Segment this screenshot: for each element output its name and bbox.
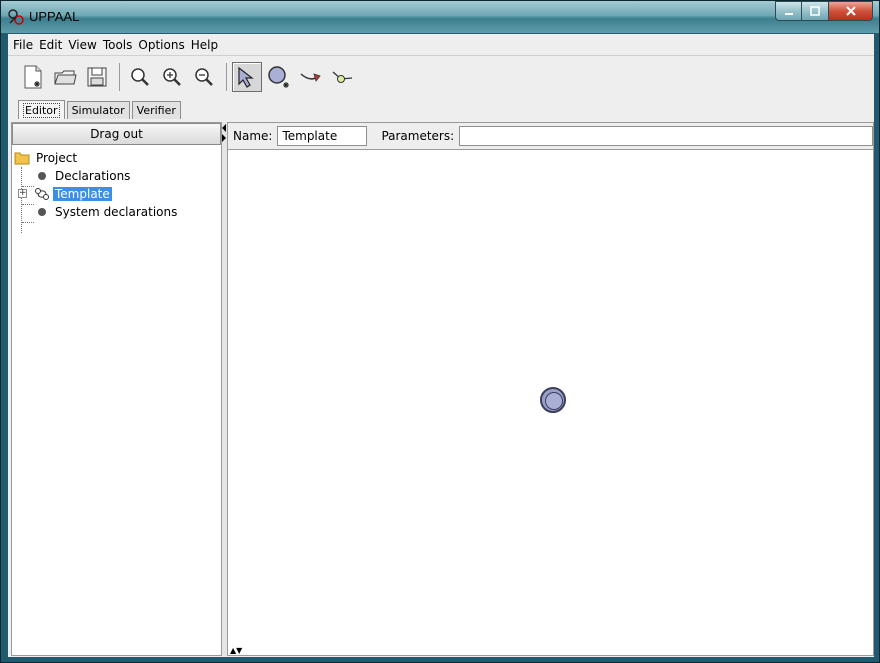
menu-help[interactable]: Help (188, 38, 221, 52)
tree-item-template[interactable]: + Template (14, 185, 179, 203)
new-document-icon (24, 65, 42, 89)
close-button[interactable] (829, 1, 873, 21)
minimize-button[interactable] (775, 1, 802, 21)
window-title: UPPAAL (29, 9, 80, 24)
declaration-bullet-icon (38, 172, 46, 180)
add-location-button[interactable] (264, 62, 294, 92)
save-button[interactable] (82, 62, 112, 92)
add-nail-icon (332, 71, 353, 83)
toolbar-separator (226, 63, 227, 91)
tab-editor[interactable]: Editor (18, 100, 65, 119)
close-icon (845, 6, 856, 16)
maximize-button[interactable] (802, 1, 829, 21)
project-panel: Drag out Project Declarations + Template… (11, 122, 222, 656)
menu-bar: File Edit View Tools Options Help (8, 34, 874, 56)
zoom-icon (131, 68, 149, 86)
tree-item-system-declarations[interactable]: System declarations (14, 203, 179, 221)
canvas-resize-arrows-icon[interactable]: ▲▼ (230, 646, 242, 655)
tree-item-system-declarations-label: System declarations (55, 205, 178, 219)
title-bar[interactable]: UPPAAL (1, 1, 879, 34)
add-edge-button[interactable] (296, 62, 326, 92)
collapse-left-arrow-icon[interactable] (222, 124, 226, 132)
add-location-icon (268, 66, 289, 88)
zoom-button[interactable] (125, 62, 155, 92)
template-automaton-icon (35, 188, 49, 200)
template-editor-panel: Name: Template Parameters: ▲▼ (227, 122, 874, 656)
add-edge-icon (300, 73, 321, 82)
client-area: File Edit View Tools Options Help Editor… (8, 34, 874, 657)
open-button[interactable] (50, 62, 80, 92)
add-nail-button[interactable] (328, 62, 358, 92)
folder-icon (14, 152, 30, 165)
minimize-icon (784, 13, 793, 15)
window-controls (775, 1, 873, 21)
project-tree: Project Declarations + Template System d… (14, 149, 179, 221)
menu-file[interactable]: File (10, 38, 36, 52)
uppaal-app-icon (8, 9, 24, 25)
tree-item-project-label: Project (36, 151, 78, 165)
new-button[interactable] (18, 62, 48, 92)
tab-verifier-label: Verifier (136, 104, 176, 117)
zoom-in-icon (163, 68, 181, 86)
maximize-icon (810, 6, 820, 16)
tree-item-declarations[interactable]: Declarations (14, 167, 179, 185)
menu-view[interactable]: View (65, 38, 99, 52)
automaton-canvas[interactable] (228, 151, 873, 646)
menu-options[interactable]: Options (135, 38, 187, 52)
zoom-out-button[interactable] (189, 62, 219, 92)
select-arrow-icon (238, 66, 254, 88)
declaration-bullet-icon (38, 208, 46, 216)
tree-item-declarations-label: Declarations (55, 169, 131, 183)
template-parameters-field[interactable] (459, 126, 873, 146)
menu-edit[interactable]: Edit (36, 38, 65, 52)
tab-simulator[interactable]: Simulator (66, 101, 130, 119)
toolbar (8, 57, 874, 97)
select-tool-button[interactable] (232, 62, 262, 92)
template-name-field[interactable]: Template (277, 126, 368, 146)
menu-tools[interactable]: Tools (100, 38, 136, 52)
expand-toggle-icon[interactable]: + (18, 189, 27, 198)
template-header-bar: Name: Template Parameters: (228, 123, 873, 150)
tab-editor-label: Editor (23, 102, 60, 118)
name-label: Name: (233, 129, 273, 143)
open-folder-icon (54, 70, 77, 85)
tab-simulator-label: Simulator (71, 104, 125, 117)
initial-location-node[interactable] (540, 387, 566, 413)
zoom-out-icon (195, 68, 213, 86)
expand-right-arrow-icon[interactable] (222, 134, 226, 142)
tree-item-project[interactable]: Project (14, 149, 179, 167)
toolbar-separator (119, 63, 120, 91)
parameters-label: Parameters: (381, 129, 455, 143)
uppaal-window: UPPAAL File Edit View Tools Options Help (0, 0, 880, 663)
zoom-in-button[interactable] (157, 62, 187, 92)
main-tabs: Editor Simulator Verifier (18, 100, 183, 119)
tree-connector (22, 222, 34, 223)
drag-out-button[interactable]: Drag out (12, 123, 221, 145)
save-disk-icon (87, 67, 107, 87)
tree-item-template-label: Template (53, 187, 112, 201)
tab-verifier[interactable]: Verifier (131, 101, 181, 119)
